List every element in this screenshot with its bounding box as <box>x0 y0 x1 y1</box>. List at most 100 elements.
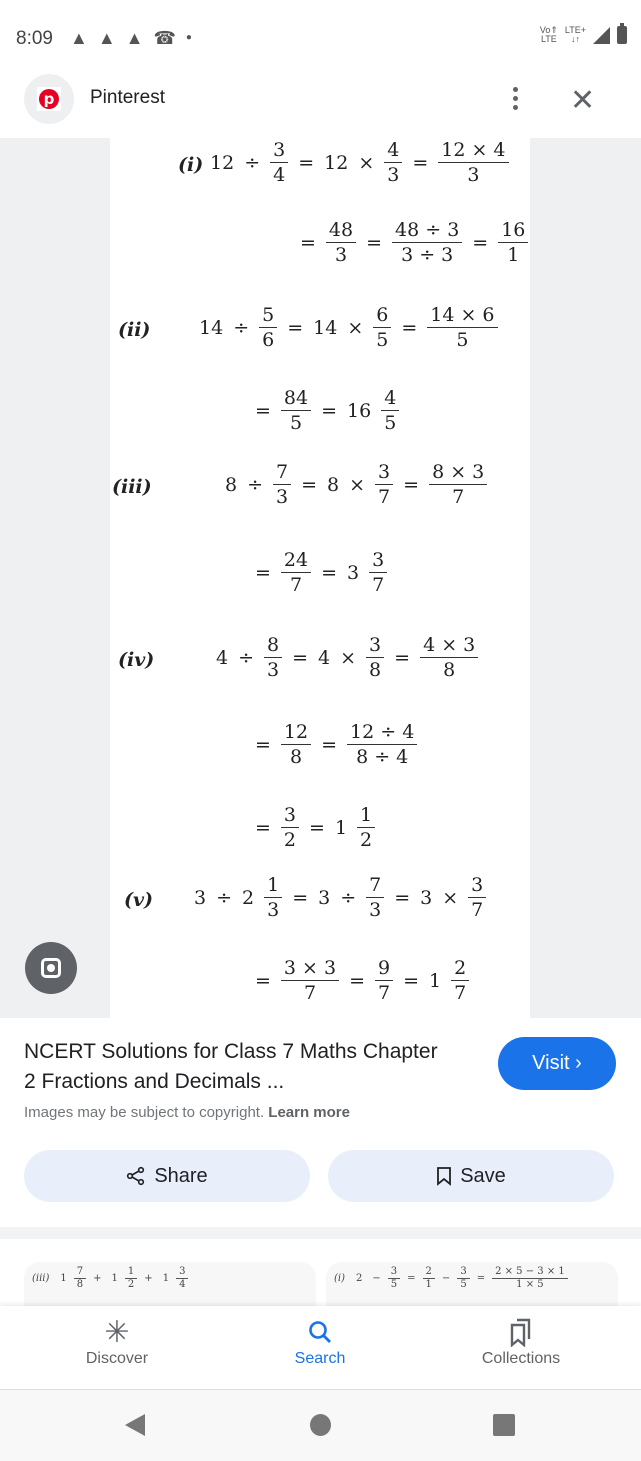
equation-line: (iii) 1 7 8 +1 1 2 +1 3 4 <box>32 1266 190 1291</box>
math-token: 1 <box>162 1273 170 1284</box>
visit-button[interactable]: Visit › <box>498 1037 616 1090</box>
numerator: 2 × 5 − 3 × 1 <box>492 1266 568 1279</box>
denominator: 3 <box>267 659 280 681</box>
numerator: 3 <box>375 460 394 485</box>
equation-line: 8 ÷ 7 3 = 8 × 3 7 = 8 × 37 <box>220 460 492 509</box>
save-button[interactable]: Save <box>328 1150 614 1202</box>
copyright-text: Images may be subject to copyright. <box>24 1104 265 1121</box>
math-token: = <box>255 969 271 992</box>
fraction: 4 × 38 <box>420 633 479 682</box>
more-options-button[interactable] <box>505 84 525 116</box>
site-name[interactable]: Pinterest <box>90 87 165 109</box>
lens-icon <box>41 958 61 978</box>
fraction: 12 <box>124 1266 138 1291</box>
denominator: 7 <box>372 574 385 596</box>
denominator: 2 <box>283 829 297 851</box>
search-icon <box>240 1314 400 1350</box>
nav-search[interactable]: Search <box>240 1314 400 1368</box>
equation-line: 4 ÷ 8 3 = 4 × 3 8 = 4 × 38 <box>211 633 483 682</box>
fraction: 24 7 <box>280 548 312 597</box>
numerator: 3 <box>457 1266 470 1279</box>
fraction: 37 <box>375 460 394 509</box>
status-bar: 8:09 ▲ ▲ ▲ ☎ ● Vo⇑ LTE LTE+ ↓↑ <box>0 0 641 80</box>
back-icon[interactable] <box>125 1414 145 1436</box>
numerator: 3 <box>366 633 385 658</box>
denominator: 3 ÷ 3 <box>401 244 454 266</box>
math-token: × <box>442 886 459 909</box>
home-icon[interactable] <box>310 1414 331 1436</box>
numerator: 2 <box>422 1266 435 1279</box>
math-token: 2 <box>242 886 255 909</box>
fraction: 34 <box>176 1266 189 1291</box>
math-token: = <box>298 151 315 174</box>
math-token: = <box>407 1273 416 1284</box>
numerator: 48 <box>325 218 357 243</box>
numerator: 12 ÷ 4 <box>347 720 418 745</box>
missed-call-icon: ☎ <box>153 28 176 48</box>
equation-line: = 84 5 = 16 4 5 <box>250 386 404 435</box>
volte-bottom: LTE <box>540 34 557 44</box>
math-token: = <box>301 473 318 496</box>
fraction: 48 3 <box>325 218 357 267</box>
denominator: 1 <box>425 1279 432 1290</box>
denominator: 3 <box>387 164 400 186</box>
notification-icons: ▲ ▲ ▲ ☎ ● <box>70 27 192 49</box>
math-token: = <box>321 561 338 584</box>
math-token: − <box>441 1273 451 1284</box>
denominator: 2 <box>360 829 373 851</box>
fraction: 84 5 <box>280 386 312 435</box>
math-token: × <box>349 473 366 496</box>
equation-line: = 24 7 = 3 3 7 <box>250 548 392 597</box>
math-token: × <box>347 316 364 339</box>
math-token: 1 <box>429 969 442 992</box>
denominator: 3 <box>334 244 348 266</box>
discover-icon: ✳ <box>104 1315 130 1349</box>
math-token: 14 <box>313 316 338 339</box>
fraction: 12 × 43 <box>438 138 509 187</box>
share-icon <box>127 1166 145 1186</box>
numerator: 5 <box>259 303 278 328</box>
numerator: 1 <box>357 803 376 828</box>
math-token: = <box>394 646 411 669</box>
fraction: 56 <box>259 303 278 352</box>
fraction: 45 <box>381 386 400 435</box>
lens-search-button[interactable] <box>25 942 77 994</box>
equation-line: = 3 2 = 1 1 2 <box>250 803 380 852</box>
math-token: = <box>412 151 429 174</box>
close-button[interactable]: ✕ <box>570 86 595 116</box>
share-button[interactable]: Share <box>24 1150 310 1202</box>
fraction: 3 × 37 <box>280 956 340 1005</box>
recents-icon[interactable] <box>493 1414 515 1436</box>
fraction: 12 <box>357 803 376 852</box>
numerator: 14 × 6 <box>427 303 498 328</box>
math-token: = <box>321 733 338 756</box>
fraction: 2 × 5 − 3 × 11 × 5 <box>492 1266 568 1291</box>
math-token: = <box>472 231 489 254</box>
denominator: 7 <box>454 982 467 1004</box>
math-token: = <box>255 399 271 422</box>
math-solution-image[interactable]: (i) 12 ÷ 3 4 = 12 × 4 3 = 12 × 4 3 = 48 3 = 48 ÷ 33 ÷ 3 = 1… <box>110 138 530 1018</box>
math-token: = <box>300 231 316 254</box>
copyright-notice: Images may be subject to copyright. Lear… <box>24 1104 350 1121</box>
share-label: Share <box>154 1164 208 1187</box>
math-token: = <box>292 646 309 669</box>
site-logo[interactable]: p <box>24 74 74 124</box>
equation-line: = 12 8 = 12 ÷ 48 ÷ 4 <box>250 720 422 769</box>
label-text: (i) <box>178 154 204 176</box>
pinterest-icon: p <box>39 89 59 109</box>
label-text: (i) <box>334 1273 346 1284</box>
denominator: 3 <box>276 486 289 508</box>
nav-collections[interactable]: Collections <box>441 1314 601 1368</box>
numerator: 12 × 4 <box>438 138 509 163</box>
math-token: ÷ <box>247 473 264 496</box>
learn-more-link[interactable]: Learn more <box>268 1104 350 1121</box>
numerator: 7 <box>73 1266 87 1279</box>
fraction: 35 <box>457 1266 470 1291</box>
math-token: ÷ <box>216 886 233 909</box>
nav-discover[interactable]: ✳ Discover <box>37 1314 197 1368</box>
math-token: 4 <box>216 646 229 669</box>
label-text: (iii) <box>112 476 152 498</box>
fraction: 16 1 <box>498 218 529 267</box>
result-title[interactable]: NCERT Solutions for Class 7 Maths Chapte… <box>24 1037 444 1097</box>
denominator: 2 <box>127 1279 135 1290</box>
